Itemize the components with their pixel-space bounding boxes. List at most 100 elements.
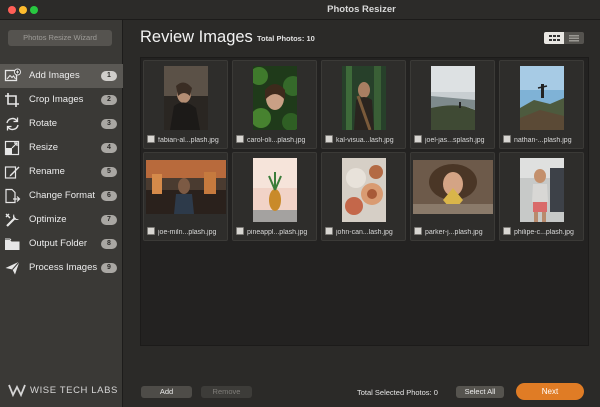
photo-filename: john-can...lash.jpg: [336, 229, 393, 236]
photo-filename: parker-j...plash.jpg: [425, 229, 483, 236]
sidebar-item-label: Output Folder: [29, 238, 88, 249]
sidebar-item-process-images[interactable]: Process Images 9: [0, 256, 123, 280]
photo-checkbox[interactable]: [236, 227, 244, 235]
photo-tile[interactable]: carol-oli...plash.jpg: [232, 60, 317, 149]
minimize-window-button[interactable]: [19, 6, 27, 14]
sidebar-item-label: Change Format: [29, 190, 96, 201]
photo-checkbox[interactable]: [147, 227, 155, 235]
add-image-icon: [4, 68, 21, 84]
photo-thumbnail: [519, 158, 564, 222]
step-badge: 1: [101, 71, 117, 81]
sidebar-item-change-format[interactable]: Change Format 6: [0, 184, 123, 208]
photo-thumbnail: [252, 158, 297, 222]
photo-checkbox[interactable]: [147, 135, 155, 143]
photo-thumbnail: [341, 158, 386, 222]
sidebar-item-rename[interactable]: Rename 5: [0, 160, 123, 184]
optimize-icon: [4, 212, 21, 228]
photo-checkbox[interactable]: [414, 227, 422, 235]
sidebar-item-crop-images[interactable]: Crop Images 2: [0, 88, 123, 112]
total-photos-count: Total Photos: 10: [257, 34, 315, 43]
sidebar-nav: Add Images 1 Crop Images 2 Rotate 3 Resi…: [0, 64, 123, 280]
brand-name: WISE TECH LABS: [30, 385, 118, 396]
sidebar-item-resize[interactable]: Resize 4: [0, 136, 123, 160]
photo-filename: nathan-...plash.jpg: [514, 137, 572, 144]
photo-tile[interactable]: nathan-...plash.jpg: [499, 60, 584, 149]
rotate-icon: [4, 116, 21, 132]
rename-icon: [4, 164, 21, 180]
photo-checkbox[interactable]: [325, 135, 333, 143]
sidebar-item-optimize[interactable]: Optimize 7: [0, 208, 123, 232]
photo-checkbox[interactable]: [414, 135, 422, 143]
photo-thumbnail: [412, 160, 493, 214]
brand-logo: WISE TECH LABS: [8, 382, 118, 398]
crop-icon: [4, 92, 21, 108]
step-badge: 8: [101, 239, 117, 249]
folder-icon: [4, 236, 21, 252]
title-bar: Photos Resizer: [0, 0, 600, 20]
step-badge: 4: [101, 143, 117, 153]
photo-thumbnail: [163, 66, 208, 130]
photo-tile[interactable]: pineappl...plash.jpg: [232, 152, 317, 241]
sidebar-item-label: Crop Images: [29, 94, 84, 105]
step-badge: 7: [101, 215, 117, 225]
sidebar: Photos Resize Wizard Add Images 1 Crop I…: [0, 20, 123, 407]
photo-filename: philipe-c...plash.jpg: [514, 229, 574, 236]
sidebar-item-label: Add Images: [29, 70, 80, 81]
sidebar-item-rotate[interactable]: Rotate 3: [0, 112, 123, 136]
add-button[interactable]: Add: [141, 386, 192, 398]
photo-tile[interactable]: john-can...lash.jpg: [321, 152, 406, 241]
zoom-window-button[interactable]: [30, 6, 38, 14]
select-all-button[interactable]: Select All: [456, 386, 504, 398]
photo-thumbnail: [252, 66, 297, 130]
resize-icon: [4, 140, 21, 156]
list-view-icon[interactable]: [564, 32, 584, 44]
main-content: Review Images Total Photos: 10 fabian-al…: [124, 20, 600, 407]
photo-thumbnail: [145, 160, 226, 214]
sidebar-item-label: Process Images: [29, 262, 98, 273]
photo-tile[interactable]: parker-j...plash.jpg: [410, 152, 495, 241]
photo-filename: joe-miln...plash.jpg: [158, 229, 217, 236]
step-badge: 3: [101, 119, 117, 129]
sidebar-item-label: Resize: [29, 142, 59, 153]
photo-grid: fabian-al...plash.jpg carol-oli...plash.…: [140, 57, 589, 346]
footer-bar: Add Remove Total Selected Photos: 0 Sele…: [124, 376, 600, 407]
photo-thumbnail: [341, 66, 386, 130]
wise-tech-labs-logo-icon: [8, 384, 26, 397]
photo-tile[interactable]: joe-miln...plash.jpg: [143, 152, 228, 241]
step-badge: 9: [101, 263, 117, 273]
sidebar-item-add-images[interactable]: Add Images 1: [0, 64, 123, 88]
step-badge: 2: [101, 95, 117, 105]
photo-filename: joel-jas...splash.jpg: [425, 137, 485, 144]
step-badge: 6: [101, 191, 117, 201]
sidebar-item-label: Rotate: [29, 118, 57, 129]
photo-checkbox[interactable]: [325, 227, 333, 235]
sidebar-item-label: Rename: [29, 166, 65, 177]
photo-tile[interactable]: fabian-al...plash.jpg: [143, 60, 228, 149]
photo-filename: kal-visua...lash.jpg: [336, 137, 394, 144]
photo-tile[interactable]: joel-jas...splash.jpg: [410, 60, 495, 149]
selected-photos-count: Total Selected Photos: 0: [357, 388, 438, 397]
photo-filename: carol-oli...plash.jpg: [247, 137, 306, 144]
photo-checkbox[interactable]: [503, 227, 511, 235]
photo-tile[interactable]: kal-visua...lash.jpg: [321, 60, 406, 149]
next-button[interactable]: Next: [516, 383, 584, 400]
window-title: Photos Resizer: [327, 4, 396, 15]
photo-filename: fabian-al...plash.jpg: [158, 137, 219, 144]
sidebar-item-label: Optimize: [29, 214, 67, 225]
step-badge: 5: [101, 167, 117, 177]
grid-view-icon[interactable]: [544, 32, 564, 44]
photo-checkbox[interactable]: [503, 135, 511, 143]
close-window-button[interactable]: [8, 6, 16, 14]
process-icon: [4, 260, 21, 276]
photo-thumbnail: [519, 66, 564, 130]
remove-button[interactable]: Remove: [201, 386, 252, 398]
photo-filename: pineappl...plash.jpg: [247, 229, 308, 236]
photos-resize-wizard-button[interactable]: Photos Resize Wizard: [8, 30, 112, 46]
change-format-icon: [4, 188, 21, 204]
photo-checkbox[interactable]: [236, 135, 244, 143]
view-toggle: [544, 32, 584, 44]
photo-tile[interactable]: philipe-c...plash.jpg: [499, 152, 584, 241]
photo-thumbnail: [430, 66, 475, 130]
sidebar-item-output-folder[interactable]: Output Folder 8: [0, 232, 123, 256]
page-title: Review Images: [140, 28, 253, 46]
